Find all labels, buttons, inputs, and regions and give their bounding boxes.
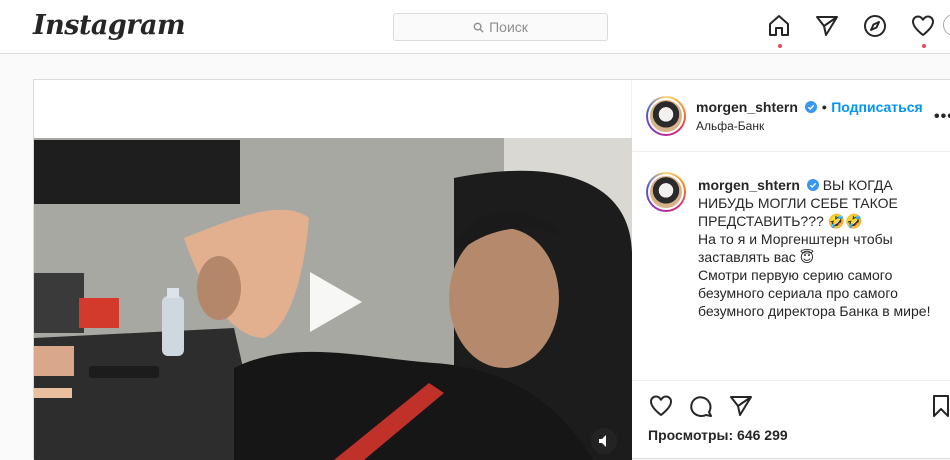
search-placeholder: Поиск [489,19,528,35]
sound-toggle-icon[interactable] [591,428,617,454]
post-header: morgen_shtern • Подписаться Альфа-Банк •… [632,80,950,152]
direct-icon[interactable] [814,13,840,39]
save-bookmark-icon[interactable] [928,393,950,419]
post-sidebar: morgen_shtern • Подписаться Альфа-Банк •… [632,80,950,460]
notification-dot [778,44,782,48]
caption-author-avatar[interactable] [646,172,686,212]
post-card: morgen_shtern • Подписаться Альфа-Банк •… [33,79,950,460]
nav-icons [766,13,936,48]
explore-icon[interactable] [862,13,888,39]
author-username[interactable]: morgen_shtern [696,99,798,115]
comment-icon[interactable] [688,393,714,419]
post-media [34,80,632,460]
play-icon[interactable] [298,266,370,338]
search-icon [473,22,484,33]
like-heart-icon[interactable] [648,393,674,419]
top-navbar: Instagram Поиск [0,0,950,54]
caption-username[interactable]: morgen_shtern [698,177,800,193]
search-input[interactable]: Поиск [393,13,608,41]
caption-line: Смотри первую серию самого безумного сер… [698,267,931,319]
follow-button[interactable]: Подписаться [831,99,923,115]
verified-badge-icon [806,179,819,191]
post-caption: morgen_shtern ВЫ КОГДА НИБУДЬ МОГЛИ СЕБЕ… [632,152,950,380]
views-count: Просмотры: 646 299 [648,427,788,443]
home-icon[interactable] [766,13,792,48]
post-actions: Просмотры: 646 299 [632,380,950,460]
author-line: morgen_shtern • Подписаться [696,99,923,117]
share-icon[interactable] [728,393,754,419]
author-avatar[interactable] [646,96,686,136]
profile-avatar[interactable] [943,14,950,36]
verified-badge-icon [805,101,818,113]
follow-separator: • [821,99,827,115]
post-video[interactable] [34,138,632,460]
notification-dot [922,44,926,48]
more-options-icon[interactable]: ••• [934,108,950,126]
post-location[interactable]: Альфа-Банк [696,119,764,133]
instagram-logo[interactable]: Instagram [33,10,186,41]
caption-line: На то я и Моргенштерн чтобы заставлять в… [698,231,893,265]
caption-text: morgen_shtern ВЫ КОГДА НИБУДЬ МОГЛИ СЕБЕ… [698,176,943,320]
activity-heart-icon[interactable] [910,13,936,48]
